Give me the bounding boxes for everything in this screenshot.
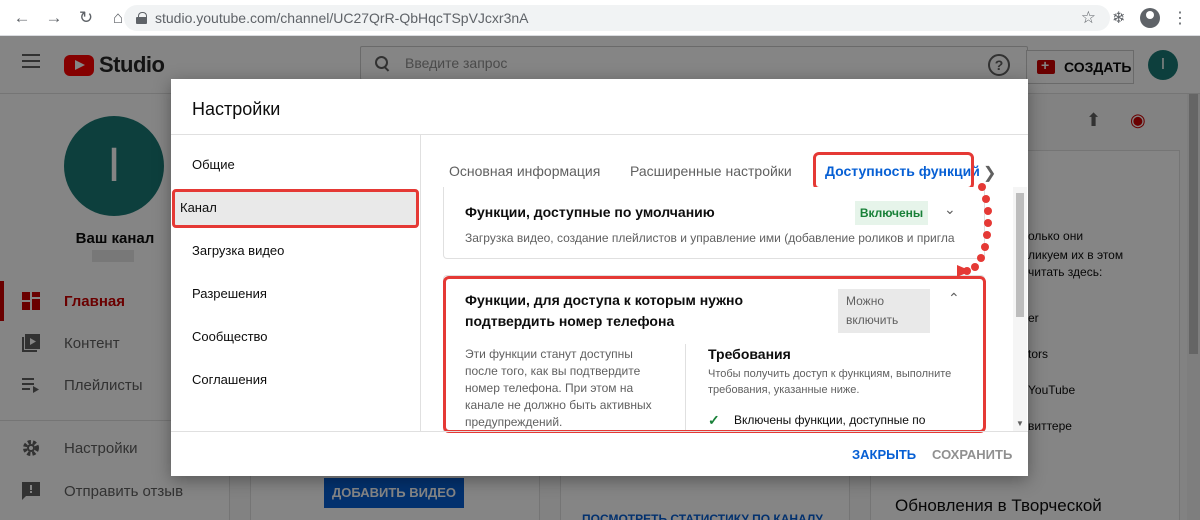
url-text: studio.youtube.com/channel/UC27QrR-QbHqc… xyxy=(155,10,529,26)
save-button[interactable]: СОХРАНИТЬ xyxy=(932,447,1012,462)
reload-icon[interactable]: ↻ xyxy=(72,4,100,32)
settings-nav-channel[interactable]: Канал xyxy=(180,200,217,215)
phone-card-highlight-box xyxy=(443,276,986,433)
feature-card-title: Функции, доступные по умолчанию xyxy=(465,204,715,220)
status-badge: Включены xyxy=(855,201,928,225)
dialog-divider xyxy=(171,134,1028,135)
chevron-down-icon[interactable]: ⌄ xyxy=(944,201,956,218)
tab-basic-info[interactable]: Основная информация xyxy=(449,163,600,179)
feature-card-description: Загрузка видео, создание плейлистов и уп… xyxy=(465,231,955,245)
bookmark-star-icon[interactable]: ☆ xyxy=(1081,8,1096,28)
back-icon[interactable]: ← xyxy=(8,4,36,32)
settings-nav-permissions[interactable]: Разрешения xyxy=(192,286,267,301)
dialog-title: Настройки xyxy=(192,99,281,119)
forward-icon[interactable]: → xyxy=(40,4,68,32)
settings-dialog: Настройки Общие Канал Загрузка видео Раз… xyxy=(171,79,1028,476)
browser-menu-icon[interactable]: ⋮ xyxy=(1172,8,1188,28)
dialog-scrollbar[interactable]: ▼ xyxy=(1013,187,1027,431)
dialog-nav-divider xyxy=(420,135,421,431)
close-button[interactable]: ЗАКРЫТЬ xyxy=(852,447,916,462)
settings-nav-community[interactable]: Сообщество xyxy=(192,329,268,344)
lock-icon xyxy=(136,12,147,24)
extensions-icon[interactable]: ❄ xyxy=(1112,8,1125,28)
tab-highlight-box xyxy=(813,152,974,190)
address-bar[interactable]: studio.youtube.com/channel/UC27QrR-QbHqc… xyxy=(124,5,1110,31)
chevron-right-icon[interactable]: ❯ xyxy=(983,163,996,183)
settings-nav-agreements[interactable]: Соглашения xyxy=(192,372,267,387)
scrollbar-thumb[interactable] xyxy=(1016,193,1024,317)
feature-card-default[interactable]: Функции, доступные по умолчанию Включены… xyxy=(443,187,985,259)
tab-advanced-settings[interactable]: Расширенные настройки xyxy=(630,163,792,179)
settings-nav-general[interactable]: Общие xyxy=(192,157,235,172)
scroll-down-icon[interactable]: ▼ xyxy=(1016,419,1024,428)
dialog-footer-divider xyxy=(171,431,1028,432)
browser-profile-icon[interactable] xyxy=(1140,8,1160,28)
browser-toolbar: ← → ↻ ⌂ studio.youtube.com/channel/UC27Q… xyxy=(0,0,1200,36)
settings-nav-upload-defaults[interactable]: Загрузка видео xyxy=(192,243,284,258)
